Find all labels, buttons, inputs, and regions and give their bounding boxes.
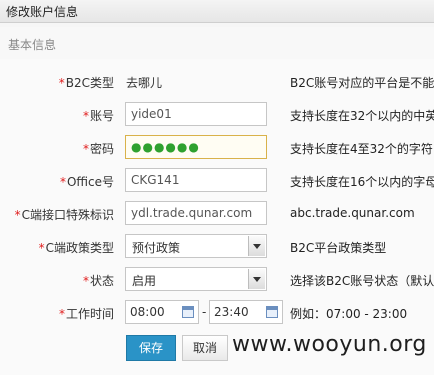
work-time-label: *工作时间 bbox=[58, 307, 114, 321]
row-status: *状态 启用 选择该B2C账号状态（默认 bbox=[0, 267, 434, 293]
calendar-icon[interactable] bbox=[266, 306, 278, 318]
account-form: *B2C类型 去哪儿 B2C账号对应的平台是不能 *账号 yide01 支持长度… bbox=[0, 59, 434, 375]
dropdown-arrow-icon[interactable] bbox=[248, 236, 265, 256]
section-title: 基本信息 bbox=[8, 38, 57, 52]
required-mark: * bbox=[58, 76, 65, 90]
section-header: 基本信息 bbox=[0, 27, 434, 60]
calendar-icon[interactable] bbox=[182, 306, 194, 318]
end-time-value: 23:40 bbox=[214, 305, 249, 319]
required-mark: * bbox=[58, 307, 65, 321]
watermark: www.wooyun.org bbox=[232, 332, 427, 357]
office-input[interactable]: CKG141 bbox=[125, 168, 267, 192]
required-mark: * bbox=[82, 109, 89, 123]
status-select[interactable]: 启用 bbox=[125, 267, 267, 291]
b2c-type-hint: B2C账号对应的平台是不能 bbox=[290, 76, 434, 90]
row-c-policy: *C端政策类型 预付政策 B2C平台政策类型 bbox=[0, 234, 434, 260]
required-mark: * bbox=[38, 241, 45, 255]
c-policy-label: *C端政策类型 bbox=[38, 241, 114, 255]
row-b2c-type: *B2C类型 去哪儿 B2C账号对应的平台是不能 bbox=[0, 69, 434, 95]
b2c-type-label: *B2C类型 bbox=[58, 76, 114, 90]
office-label: *Office号 bbox=[59, 175, 114, 189]
password-input[interactable]: ●●●●●● bbox=[125, 135, 267, 159]
row-work-time: *工作时间 08:00 - 23:40 例如：07:00 - 23:00 bbox=[0, 300, 434, 326]
row-password: *密码 ●●●●●● 支持长度在4至32个的字符 bbox=[0, 135, 434, 161]
dropdown-arrow-icon[interactable] bbox=[248, 269, 265, 289]
password-hint: 支持长度在4至32个的字符 bbox=[290, 142, 433, 156]
window-titlebar: 修改账户信息 bbox=[0, 0, 434, 23]
row-account: *账号 yide01 支持长度在32个以内的中英 bbox=[0, 102, 434, 128]
password-label: *密码 bbox=[82, 142, 114, 156]
office-hint: 支持长度在16个以内的字母 bbox=[290, 175, 434, 189]
status-hint: 选择该B2C账号状态（默认 bbox=[290, 274, 434, 288]
account-input[interactable]: yide01 bbox=[125, 102, 267, 126]
required-mark: * bbox=[59, 175, 66, 189]
save-button[interactable]: 保存 bbox=[126, 335, 176, 361]
cancel-button[interactable]: 取消 bbox=[182, 335, 228, 361]
form-panel: 基本信息 *B2C类型 去哪儿 B2C账号对应的平台是不能 *账号 yide01… bbox=[0, 23, 434, 375]
status-selected: 启用 bbox=[132, 274, 157, 288]
end-time-input[interactable]: 23:40 bbox=[209, 300, 283, 324]
start-time-value: 08:00 bbox=[130, 305, 165, 319]
b2c-type-value: 去哪儿 bbox=[126, 76, 163, 90]
c-code-input[interactable]: ydl.trade.qunar.com bbox=[125, 201, 267, 225]
status-label: *状态 bbox=[82, 274, 114, 288]
c-code-label: *C端接口特殊标识 bbox=[14, 208, 114, 222]
required-mark: * bbox=[82, 142, 89, 156]
start-time-input[interactable]: 08:00 bbox=[125, 300, 199, 324]
c-policy-selected: 预付政策 bbox=[132, 241, 181, 255]
c-code-hint: abc.trade.qunar.com bbox=[290, 206, 415, 220]
account-hint: 支持长度在32个以内的中英 bbox=[290, 109, 434, 123]
row-c-code: *C端接口特殊标识 ydl.trade.qunar.com abc.trade.… bbox=[0, 201, 434, 227]
work-time-hint: 例如：07:00 - 23:00 bbox=[290, 307, 408, 321]
window-title: 修改账户信息 bbox=[6, 5, 79, 19]
time-separator: - bbox=[202, 305, 207, 319]
c-policy-hint: B2C平台政策类型 bbox=[290, 241, 387, 255]
required-mark: * bbox=[82, 274, 89, 288]
row-office: *Office号 CKG141 支持长度在16个以内的字母 bbox=[0, 168, 434, 194]
c-policy-select[interactable]: 预付政策 bbox=[125, 234, 267, 258]
account-label: *账号 bbox=[82, 109, 114, 123]
required-mark: * bbox=[14, 208, 21, 222]
